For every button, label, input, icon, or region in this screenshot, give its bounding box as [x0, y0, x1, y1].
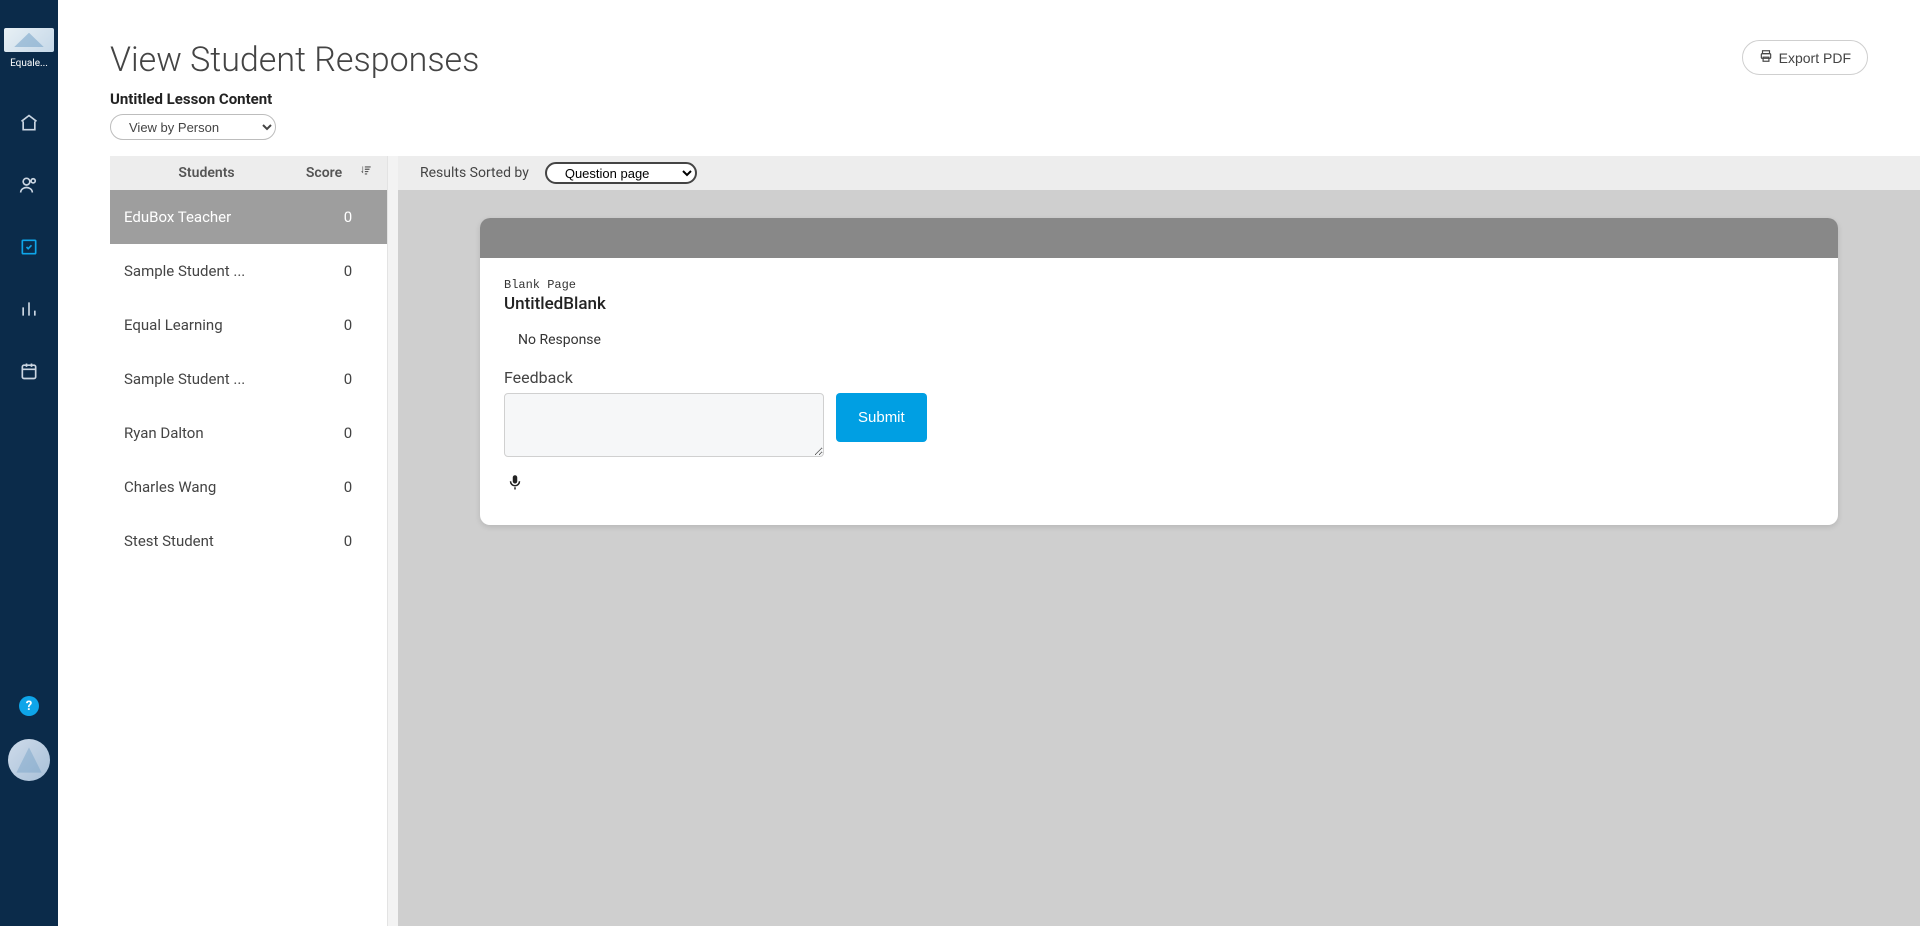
card-body: Blank Page UntitledBlank No Response Fee…	[480, 258, 1838, 525]
nav-home-icon[interactable]	[11, 105, 47, 141]
student-row[interactable]: Equal Learning0	[110, 298, 387, 352]
students-header: Students Score	[110, 156, 387, 190]
nav-calendar-icon[interactable]	[11, 353, 47, 389]
export-pdf-button[interactable]: Export PDF	[1742, 40, 1868, 75]
lesson-title: Untitled Lesson Content	[110, 90, 1868, 108]
page-type-label: Blank Page	[504, 278, 1814, 292]
help-button[interactable]: ?	[19, 696, 39, 716]
student-row[interactable]: Stest Student0	[110, 514, 387, 568]
student-row[interactable]: EduBox Teacher0	[110, 190, 387, 244]
results-toolbar: Results Sorted by Question page	[398, 156, 1920, 190]
nav-analytics-icon[interactable]	[11, 291, 47, 327]
student-name: Stest Student	[124, 532, 323, 550]
submit-button[interactable]: Submit	[836, 393, 927, 442]
scroll-hint	[388, 156, 398, 926]
page-title: View Student Responses	[110, 40, 479, 80]
nav-edit-icon[interactable]	[11, 229, 47, 265]
student-name: Equal Learning	[124, 316, 323, 334]
students-panel: Students Score EduBox Teacher0Sample Stu…	[110, 156, 388, 926]
student-score: 0	[323, 532, 373, 550]
students-col-name: Students	[124, 165, 289, 181]
sort-icon[interactable]	[359, 164, 373, 182]
student-row[interactable]: Sample Student ...0	[110, 244, 387, 298]
student-name: Ryan Dalton	[124, 424, 323, 442]
brand-label: Equale...	[2, 58, 56, 69]
student-row[interactable]: Sample Student ...0	[110, 352, 387, 406]
nav-sidebar: Equale... ?	[0, 0, 58, 926]
user-avatar[interactable]	[8, 739, 50, 781]
print-icon	[1759, 49, 1773, 66]
results-sorted-label: Results Sorted by	[420, 165, 529, 181]
results-panel: Results Sorted by Question page Blank Pa…	[398, 156, 1920, 926]
student-name: Sample Student ...	[124, 370, 323, 388]
submit-label: Submit	[858, 409, 905, 426]
student-score: 0	[323, 262, 373, 280]
feedback-label: Feedback	[504, 368, 1814, 387]
student-name: EduBox Teacher	[124, 208, 323, 226]
student-score: 0	[323, 208, 373, 226]
microphone-icon[interactable]	[504, 471, 526, 493]
student-name: Charles Wang	[124, 478, 323, 496]
view-by-select[interactable]: View by Person	[110, 114, 276, 140]
student-name: Sample Student ...	[124, 262, 323, 280]
students-col-score: Score	[289, 165, 359, 181]
response-card: Blank Page UntitledBlank No Response Fee…	[480, 218, 1838, 525]
card-bar	[480, 218, 1838, 258]
student-row[interactable]: Charles Wang0	[110, 460, 387, 514]
student-row[interactable]: Ryan Dalton0	[110, 406, 387, 460]
help-icon: ?	[26, 699, 32, 714]
feedback-input[interactable]	[504, 393, 824, 457]
student-score: 0	[323, 370, 373, 388]
no-response-label: No Response	[518, 332, 1814, 348]
page-header: View Student Responses Export PDF	[58, 0, 1920, 90]
sub-header: Untitled Lesson Content View by Person	[58, 90, 1920, 156]
card-area: Blank Page UntitledBlank No Response Fee…	[398, 190, 1920, 926]
student-score: 0	[323, 478, 373, 496]
content-row: Students Score EduBox Teacher0Sample Stu…	[58, 156, 1920, 926]
feedback-row: Submit	[504, 393, 1814, 457]
export-pdf-label: Export PDF	[1779, 50, 1851, 66]
student-score: 0	[323, 424, 373, 442]
student-score: 0	[323, 316, 373, 334]
brand-logo[interactable]	[4, 28, 54, 52]
main: View Student Responses Export PDF Untitl…	[58, 0, 1920, 926]
nav-users-icon[interactable]	[11, 167, 47, 203]
results-sort-select[interactable]: Question page	[545, 162, 697, 184]
student-rows: EduBox Teacher0Sample Student ...0Equal …	[110, 190, 387, 568]
page-name-label: UntitledBlank	[504, 294, 1814, 314]
